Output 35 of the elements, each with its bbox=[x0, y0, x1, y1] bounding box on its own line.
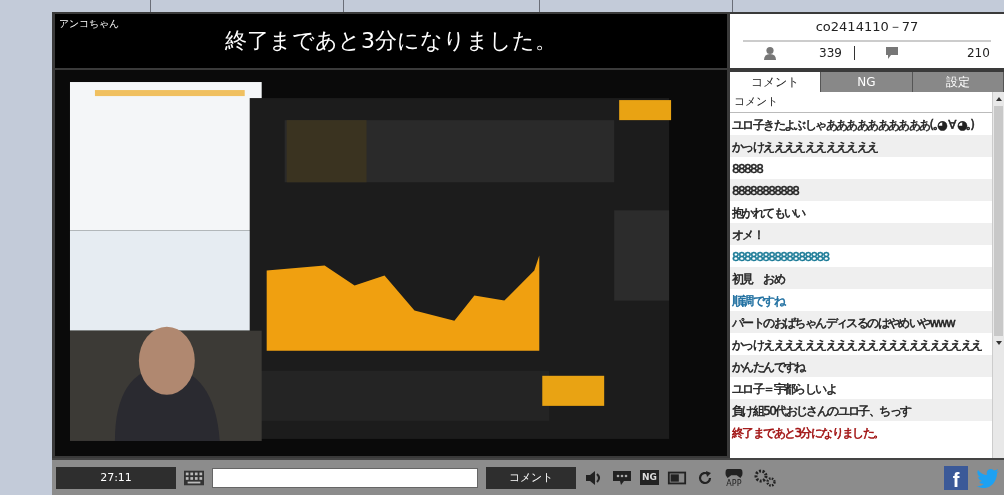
comment-bubble-icon[interactable] bbox=[612, 469, 632, 486]
panel-tab[interactable]: 設定 bbox=[912, 72, 1004, 92]
comment-text[interactable]: ユロ子きたよぶしゃああああああああああ(｡◕ ∀ ◕｡) bbox=[732, 118, 974, 132]
comment-text[interactable]: ユロ子＝宇都らしいよ bbox=[732, 382, 836, 396]
comment-text[interactable]: オメ！ bbox=[732, 228, 764, 242]
panel-tab[interactable]: NG bbox=[821, 72, 913, 92]
comment-input[interactable] bbox=[212, 467, 478, 488]
scroll-down-icon[interactable] bbox=[994, 340, 1003, 346]
keyboard-icon[interactable] bbox=[184, 469, 204, 486]
facebook-button[interactable]: f bbox=[944, 465, 968, 490]
comment-text[interactable]: 88888 bbox=[732, 162, 763, 176]
comment-text[interactable]: 順調ですね bbox=[732, 294, 784, 308]
comment-text[interactable]: 抱かれてもいい bbox=[732, 206, 805, 220]
comment-text[interactable]: 終了まであと3分になりました。 bbox=[732, 426, 884, 440]
caster-name: アンコちゃん bbox=[59, 17, 119, 31]
app-button[interactable]: APP bbox=[722, 467, 745, 488]
comment-count: 210 bbox=[966, 46, 990, 60]
elapsed-time: 27:11 bbox=[56, 466, 176, 489]
user-icon bbox=[763, 46, 777, 60]
announcement-text: 終了まであと3分になりました。 bbox=[225, 27, 557, 55]
comment-text[interactable]: かんたんですね bbox=[732, 360, 805, 374]
viewer-count: 339 bbox=[819, 46, 842, 60]
screen-icon[interactable] bbox=[666, 469, 687, 486]
comment-text[interactable]: 初見 おめ bbox=[732, 272, 784, 286]
comment-text[interactable]: 88888888888 bbox=[732, 184, 799, 198]
scroll-up-icon[interactable] bbox=[994, 96, 1003, 102]
comment-text[interactable]: 8888888888888888 bbox=[732, 250, 829, 264]
panel-tab[interactable]: コメント bbox=[730, 72, 822, 92]
ng-button[interactable]: NG bbox=[640, 470, 659, 485]
settings-icon[interactable] bbox=[752, 467, 777, 488]
comment-submit-button[interactable]: コメント bbox=[486, 466, 576, 489]
scrollbar[interactable] bbox=[992, 92, 1004, 458]
comment-text[interactable]: かっけえええええええええええええええええええええ bbox=[732, 338, 982, 352]
community-id: co2414110－77 bbox=[743, 14, 991, 42]
comment-icon bbox=[884, 46, 899, 60]
